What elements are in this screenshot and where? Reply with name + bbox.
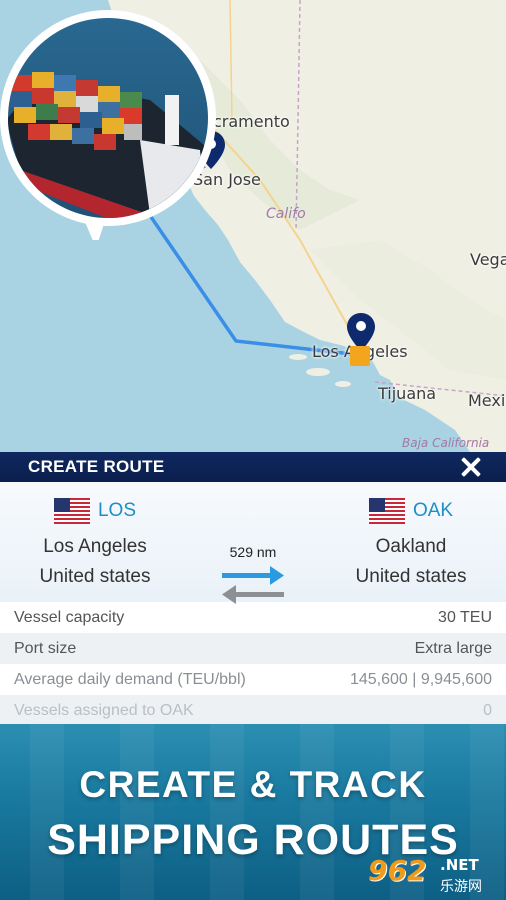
watermark-logo: 962 .NET 乐游网 [368,852,502,898]
region-label-baja: Baja California [402,436,490,450]
info-label: Vessels assigned to OAK [14,701,194,719]
origin-city: Los Angeles [43,536,147,557]
origin-port[interactable]: LOS Los Angeles United states [10,496,180,588]
dialog-title: CREATE ROUTE [28,457,165,476]
us-flag-icon [53,498,90,524]
info-label: Vessel capacity [14,608,125,626]
city-label-mexicali: Mexi [468,391,506,410]
us-flag-icon [368,498,405,524]
watermark-net: .NET [440,856,479,874]
banner-headline-line1: CREATE & TRACK [79,764,427,805]
port-marker-icon[interactable] [350,346,370,366]
route-distance: 529 nm [229,544,277,560]
origin-port-code: LOS [97,500,137,521]
info-row-vessel-capacity: Vessel capacity 30 TEU [0,602,506,633]
origin-country: United states [39,566,151,587]
create-route-dialog: CREATE ROUTE LOS Los Angeles United stat… [0,452,506,726]
info-value: 145,600 | 9,945,600 [349,670,492,688]
map-view[interactable]: Sacramento San Jose Los Angeles Tijuana … [0,0,506,452]
close-icon[interactable] [458,454,484,480]
region-label-california: Califo [266,206,306,222]
info-row-vessels-assigned: Vessels assigned to OAK 0 [0,695,506,726]
info-value: Extra large [414,639,492,657]
route-info-table: Vessel capacity 30 TEU Port size Extra l… [0,602,506,726]
info-label: Port size [14,639,77,657]
info-value: 0 [483,701,492,719]
swap-arrows-icon[interactable] [220,566,286,606]
ship-icon [8,18,208,218]
watermark-cn: 乐游网 [440,878,482,894]
info-row-daily-demand: Average daily demand (TEU/bbl) 145,600 |… [0,664,506,695]
ship-photo-bubble [0,10,216,240]
dialog-header: CREATE ROUTE [0,452,506,482]
destination-port[interactable]: OAK Oakland United states [326,496,496,588]
city-label-vegas: Vegas [470,250,506,269]
info-label: Average daily demand (TEU/bbl) [14,670,246,688]
destination-city: Oakland [375,536,447,557]
destination-country: United states [355,566,467,587]
watermark-number: 962 [368,854,427,887]
destination-port-code: OAK [412,500,454,521]
city-label-tijuana: Tijuana [378,384,437,403]
info-row-port-size: Port size Extra large [0,633,506,664]
info-value: 30 TEU [438,608,492,626]
promo-banner: CREATE & TRACK SHIPPING ROUTES 962 .NET … [0,724,506,900]
route-summary: LOS Los Angeles United states 529 nm OAK… [0,482,506,604]
